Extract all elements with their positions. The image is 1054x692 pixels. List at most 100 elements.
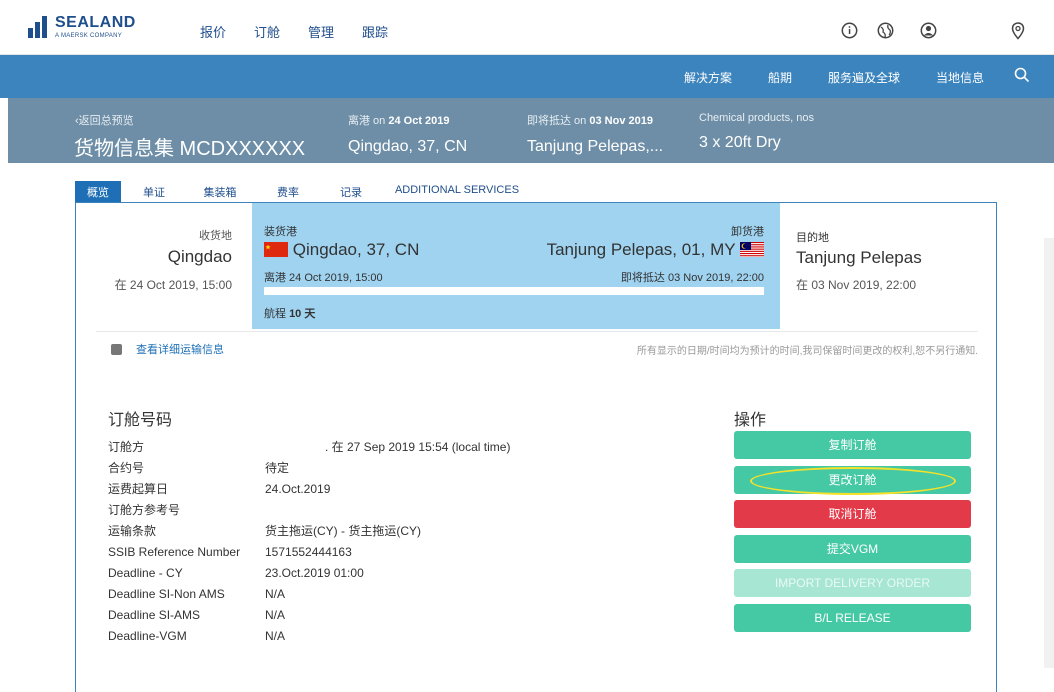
tab-containers[interactable]: 集装箱 [187, 181, 253, 202]
info-key: 运费起算日 [108, 482, 169, 496]
info-key: 合约号 [108, 461, 145, 475]
origin-time: 在 24 Oct 2019, 15:00 [114, 278, 232, 292]
info-value: 23.Oct.2019 01:00 [265, 565, 364, 580]
logo-subtitle: A MAERSK COMPANY [55, 33, 123, 39]
dest-city: Tanjung Pelepas [796, 248, 922, 267]
tab-documents[interactable]: 单证 [121, 181, 187, 202]
actions-title: 操作 [734, 412, 767, 429]
logo-mark-icon [28, 16, 47, 38]
tab-additional-services[interactable]: ADDITIONAL SERVICES [379, 181, 535, 202]
transit-label: 航程 [264, 308, 290, 320]
info-key: 订舱方参考号 [108, 503, 181, 517]
info-icon[interactable] [841, 22, 858, 44]
actions-panel: 复制订舱 更改订舱 取消订舱 提交VGM IMPORT DELIVERY ORDER B/… [734, 431, 971, 638]
tab-history[interactable]: 记录 [323, 181, 379, 202]
detail-link-label: 查看详细运输信息 [136, 344, 224, 356]
nav-manage[interactable]: 管理 [308, 22, 334, 41]
origin-label: 收货地 [199, 230, 232, 242]
transit-time: 航程 10 天 [264, 305, 315, 321]
divider [96, 331, 978, 332]
user-icon[interactable] [920, 22, 937, 44]
info-value: N/A [265, 628, 286, 643]
pol-departure: 离港 24 Oct 2019, 15:00 [264, 272, 383, 284]
nav-global-service[interactable]: 服务遍及全球 [828, 69, 900, 86]
sealand-logo[interactable]: SEALAND A MAERSK COMPANY [28, 14, 136, 40]
tab-overview[interactable]: 概览 [75, 181, 121, 202]
arrival-port: Tanjung Pelepas,... [527, 138, 664, 155]
page-scrollbar[interactable] [1044, 238, 1054, 668]
nav-track[interactable]: 跟踪 [362, 22, 388, 41]
dest-time: 在 03 Nov 2019, 22:00 [796, 278, 917, 292]
search-icon[interactable] [1014, 67, 1030, 83]
top-header: SEALAND A MAERSK COMPANY 报价 订舱 管理 跟踪 [0, 0, 1054, 55]
booking-number-title: 订舱号码 [108, 412, 173, 429]
bl-release-button[interactable]: B/L RELEASE [734, 603, 971, 632]
secondary-nav: 解决方案 船期 服务遍及全球 当地信息 [684, 69, 984, 86]
departure-port: Qingdao, 37, CN [348, 138, 468, 155]
info-row: 运输条款 货主拖运(CY) - 货主拖运(CY) [108, 520, 510, 541]
info-value: N/A [265, 607, 286, 622]
malaysia-flag-icon [740, 242, 764, 257]
globe-icon[interactable] [877, 22, 894, 44]
tab-rates[interactable]: 费率 [253, 181, 323, 202]
departure-summary: 离港 on 24 Oct 2019 Qingdao, 37, CN [348, 112, 467, 156]
cancel-booking-button[interactable]: 取消订舱 [734, 500, 971, 528]
transit-progress-bar [264, 287, 764, 295]
expand-icon [111, 343, 122, 355]
logo-name: SEALAND [55, 14, 136, 31]
info-key: Deadline SI-Non AMS [108, 586, 225, 601]
container-summary: 3 x 20ft Dry [699, 134, 781, 151]
info-value: 待定 [265, 461, 290, 475]
info-row: Deadline SI-AMS N/A [108, 604, 510, 625]
info-row: 运费起算日 24.Oct.2019 [108, 478, 510, 499]
departure-label: 离港 on [348, 115, 389, 127]
location-pin-icon[interactable] [1011, 22, 1025, 45]
nav-schedules[interactable]: 船期 [768, 69, 792, 86]
final-destination: 目的地 Tanjung Pelepas 在 03 Nov 2019, 22:00 [780, 203, 996, 329]
pod-label: 卸货港 [731, 226, 764, 238]
pod-city: Tanjung Pelepas, 01, MY [546, 240, 736, 259]
info-key: Deadline - CY [108, 565, 183, 580]
view-transport-details-link[interactable]: 查看详细运输信息 [111, 341, 224, 357]
back-to-overview-link[interactable]: ‹返回总预览 [75, 112, 134, 128]
port-to-port-leg: 装货港 Qingdao, 37, CN 离港 24 Oct 2019, 15:0… [252, 203, 780, 329]
nav-booking[interactable]: 订舱 [254, 22, 280, 41]
place-of-receipt: 收货地 Qingdao 在 24 Oct 2019, 15:00 [76, 203, 252, 329]
amend-booking-button[interactable]: 更改订舱 [734, 465, 971, 494]
info-value: 24.Oct.2019 [265, 481, 331, 496]
nav-solutions[interactable]: 解决方案 [684, 69, 732, 86]
china-flag-icon [264, 242, 288, 257]
info-value: 1571552444163 [265, 544, 352, 559]
info-row: SSIB Reference Number 1571552444163 [108, 541, 510, 562]
arrival-summary: 即将抵达 on 03 Nov 2019 Tanjung Pelepas,... [527, 112, 663, 156]
departure-date: 24 Oct 2019 [388, 115, 450, 127]
info-row: 订舱方参考号 [108, 499, 510, 520]
pol-label: 装货港 [264, 226, 297, 238]
info-key: Deadline SI-AMS [108, 607, 201, 622]
info-key: 运输条款 [108, 524, 157, 538]
pod-arrival: 即将抵达 03 Nov 2019, 22:00 [620, 272, 764, 284]
pol-city: Qingdao, 37, CN [292, 240, 420, 259]
info-row: Deadline SI-Non AMS N/A [108, 583, 510, 604]
arrival-date: 03 Nov 2019 [589, 115, 653, 127]
info-value: . 在 27 Sep 2019 15:54 (local time) [325, 440, 511, 454]
info-row: 订舱方 . 在 27 Sep 2019 15:54 (local time) [108, 436, 510, 457]
commodity: Chemical products, nos [699, 112, 814, 124]
dest-label: 目的地 [796, 232, 829, 244]
nav-quote[interactable]: 报价 [200, 22, 226, 41]
submit-vgm-button[interactable]: 提交VGM [734, 534, 971, 563]
info-value: 货主拖运(CY) - 货主拖运(CY) [265, 524, 421, 538]
pol-city-wrap: Qingdao, 37, CN [264, 240, 419, 260]
origin-city: Qingdao [167, 247, 232, 266]
cargo-summary: Chemical products, nos 3 x 20ft Dry [699, 112, 814, 152]
arrival-label: 即将抵达 on [527, 115, 590, 127]
secondary-nav-bar: 解决方案 船期 服务遍及全球 当地信息 [0, 55, 1054, 98]
shipment-header: ‹返回总预览 货物信息集 MCDXXXXXX 离港 on 24 Oct 2019… [8, 98, 1054, 163]
pod-city-wrap: Tanjung Pelepas, 01, MY [547, 240, 764, 260]
back-label: 返回总预览 [78, 115, 134, 127]
transit-value: 10 天 [289, 308, 316, 320]
nav-local-info[interactable]: 当地信息 [936, 69, 984, 86]
booking-info-table: 订舱方 . 在 27 Sep 2019 15:54 (local time) 合约号… [108, 436, 510, 646]
shipment-tabs: 概览 单证 集装箱 费率 记录 ADDITIONAL SERVICES [75, 181, 535, 202]
copy-booking-button[interactable]: 复制订舱 [734, 431, 971, 459]
